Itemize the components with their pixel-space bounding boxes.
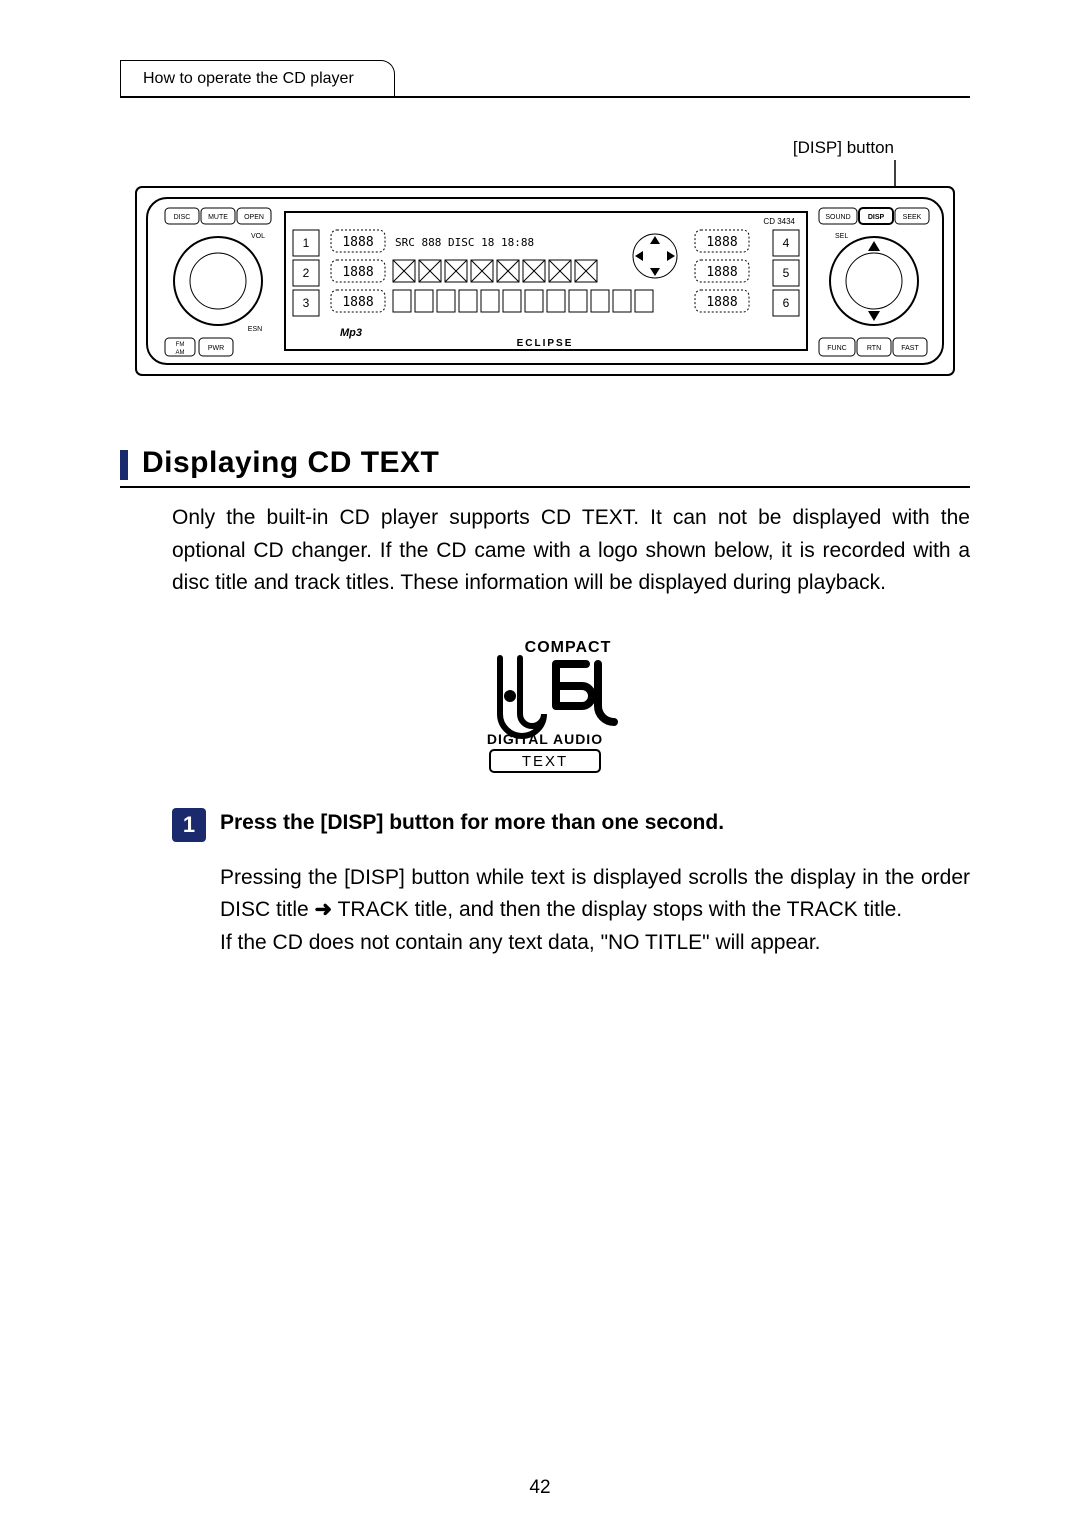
preset-6[interactable]: 6 <box>783 296 790 310</box>
label-esn: ESN <box>248 326 262 333</box>
label-sel: SEL <box>835 233 848 240</box>
step-body: Pressing the [DISP] button while text is… <box>220 862 970 960</box>
cd-text-logo: COMPACT DIGITAL AUDIO TEXT <box>120 636 970 781</box>
svg-text:1888: 1888 <box>342 265 373 280</box>
model-label: CD 3434 <box>763 217 795 226</box>
step-number-badge: 1 <box>172 808 206 842</box>
mp3-label: Mp3 <box>340 327 362 339</box>
svg-text:1888: 1888 <box>342 295 373 310</box>
step-body-c: If the CD does not contain any text data… <box>220 931 821 954</box>
btn-fast[interactable]: FAST <box>901 345 919 352</box>
callout-leader <box>120 160 970 186</box>
car-stereo-illustration: DISC MUTE OPEN VOL ESN FM AM PWR SOUND D… <box>135 186 955 376</box>
btn-sound[interactable]: SOUND <box>825 214 850 221</box>
page-number: 42 <box>0 1477 1080 1499</box>
preset-right: 4 5 6 <box>773 230 799 316</box>
svg-text:SRC 888 DISC 18 18:88: SRC 888 DISC 18 18:88 <box>395 236 534 249</box>
preset-5[interactable]: 5 <box>783 266 790 280</box>
btn-fm[interactable]: FM <box>176 342 185 348</box>
btn-pwr[interactable]: PWR <box>208 345 224 352</box>
preset-2[interactable]: 2 <box>303 266 310 280</box>
disp-callout: [DISP] button <box>120 138 894 158</box>
header-chip: How to operate the CD player <box>120 60 395 96</box>
section-title: Displaying CD TEXT <box>142 446 439 480</box>
step-1-row: 1 Press the [DISP] button for more than … <box>172 811 970 842</box>
btn-open[interactable]: OPEN <box>244 214 264 221</box>
header-row: How to operate the CD player <box>120 60 970 98</box>
section-heading: Displaying CD TEXT <box>120 446 970 488</box>
step-title: Press the [DISP] button for more than on… <box>220 811 724 835</box>
brand-label: ECLIPSE <box>517 338 574 349</box>
step-number: 1 <box>183 812 195 838</box>
header-label: How to operate the CD player <box>143 70 354 88</box>
step-body-b: TRACK title, and then the display stops … <box>332 898 902 921</box>
svg-text:1888: 1888 <box>706 235 737 250</box>
btn-disp[interactable]: DISP <box>868 214 885 221</box>
preset-1[interactable]: 1 <box>303 236 310 250</box>
btn-am[interactable]: AM <box>176 350 185 356</box>
btn-func[interactable]: FUNC <box>827 345 846 352</box>
logo-compact: COMPACT <box>525 639 612 656</box>
btn-rtn[interactable]: RTN <box>867 345 881 352</box>
intro-paragraph: Only the built-in CD player supports CD … <box>172 502 970 600</box>
page: How to operate the CD player [DISP] butt… <box>0 0 1080 1533</box>
preset-3[interactable]: 3 <box>303 296 310 310</box>
svg-text:1888: 1888 <box>706 265 737 280</box>
btn-mute[interactable]: MUTE <box>208 214 228 221</box>
device-diagram-area: [DISP] button DISC MUTE OPEN VOL ESN FM … <box>120 138 970 376</box>
label-vol: VOL <box>251 233 265 240</box>
logo-text: TEXT <box>522 753 568 770</box>
btn-disc[interactable]: DISC <box>174 214 191 221</box>
heading-accent-bar <box>120 450 128 480</box>
svg-text:1888: 1888 <box>706 295 737 310</box>
preset-left: 1 2 3 <box>293 230 319 316</box>
preset-4[interactable]: 4 <box>783 236 790 250</box>
btn-seek[interactable]: SEEK <box>903 214 922 221</box>
svg-text:1888: 1888 <box>342 235 373 250</box>
arrow-icon: ➜ <box>315 898 333 921</box>
disp-callout-text: [DISP] button <box>793 138 894 157</box>
logo-digital-audio: DIGITAL AUDIO <box>487 731 603 747</box>
